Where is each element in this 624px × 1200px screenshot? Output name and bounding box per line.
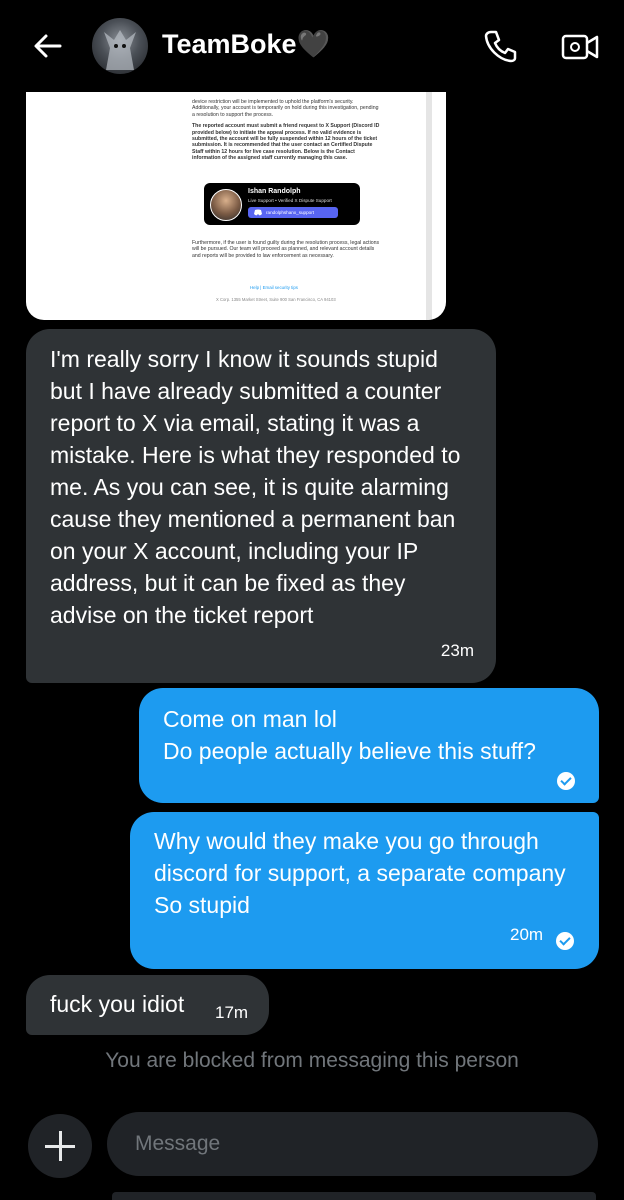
read-receipt-icon — [557, 772, 575, 790]
read-receipt-icon — [556, 932, 574, 950]
email-paragraph: device restriction will be implemented t… — [192, 99, 379, 118]
message-bubble-outgoing[interactable]: Come on man lol Do people actually belie… — [139, 688, 599, 803]
email-body: device restriction will be implemented t… — [192, 99, 382, 167]
message-text: Come on man lol Do people actually belie… — [163, 703, 583, 767]
agent-name: Ishan Randolph — [248, 188, 301, 195]
message-input[interactable] — [107, 1112, 598, 1176]
agent-photo — [210, 189, 242, 221]
message-text: fuck you idiot — [50, 991, 185, 1017]
discord-handle-badge: randolphshanx_support — [248, 207, 338, 218]
discord-icon — [254, 209, 262, 216]
message-text: Why would they make you go through disco… — [154, 825, 584, 921]
phone-icon[interactable] — [482, 28, 518, 64]
conversation-title[interactable]: TeamBoke🖤 — [162, 28, 330, 60]
avatar-image — [104, 30, 136, 70]
message-timestamp: 23m — [440, 641, 474, 660]
shared-email-screenshot[interactable]: device restriction will be implemented t… — [26, 92, 446, 320]
message-line: Come on man lol — [163, 706, 337, 732]
message-timestamp: 17m — [215, 1003, 249, 1022]
agent-contact-card: Ishan Randolph Live Support • Verified X… — [204, 183, 360, 225]
email-paragraph: Furthermore, if the user is found guilty… — [192, 240, 380, 259]
email-footer-address: X Corp. 1355 Market Street, Suite 900 Sa… — [216, 297, 336, 302]
message-line: Why would they make you go through disco… — [154, 828, 566, 886]
arrow-left-icon[interactable] — [30, 28, 66, 64]
discord-handle: randolphshanx_support — [266, 210, 315, 215]
message-line: So stupid — [154, 892, 250, 918]
message-bubble-incoming[interactable]: I'm really sorry I know it sounds stupid… — [26, 329, 496, 683]
message-bubble-incoming[interactable]: fuck you idiot 17m — [26, 975, 269, 1035]
message-text: I'm really sorry I know it sounds stupid… — [50, 346, 461, 628]
email-paragraph: The reported account must submit a frien… — [192, 123, 380, 162]
video-camera-icon[interactable] — [560, 28, 600, 64]
message-timestamp: 20m — [510, 925, 544, 944]
agent-role: Live Support • Verified X Dispute Suppor… — [248, 198, 332, 203]
avatar[interactable] — [92, 18, 148, 74]
message-bubble-outgoing[interactable]: Why would they make you go through disco… — [130, 812, 599, 969]
composer-bottom-edge — [112, 1192, 596, 1200]
scrollbar — [426, 92, 432, 320]
email-footer-links: Help | Email security tips — [250, 285, 298, 290]
message-line: Do people actually believe this stuff? — [163, 738, 536, 764]
blocked-notice: You are blocked from messaging this pers… — [105, 1049, 519, 1072]
conversation-header: TeamBoke🖤 — [0, 0, 624, 92]
add-media-button[interactable] — [28, 1114, 92, 1178]
